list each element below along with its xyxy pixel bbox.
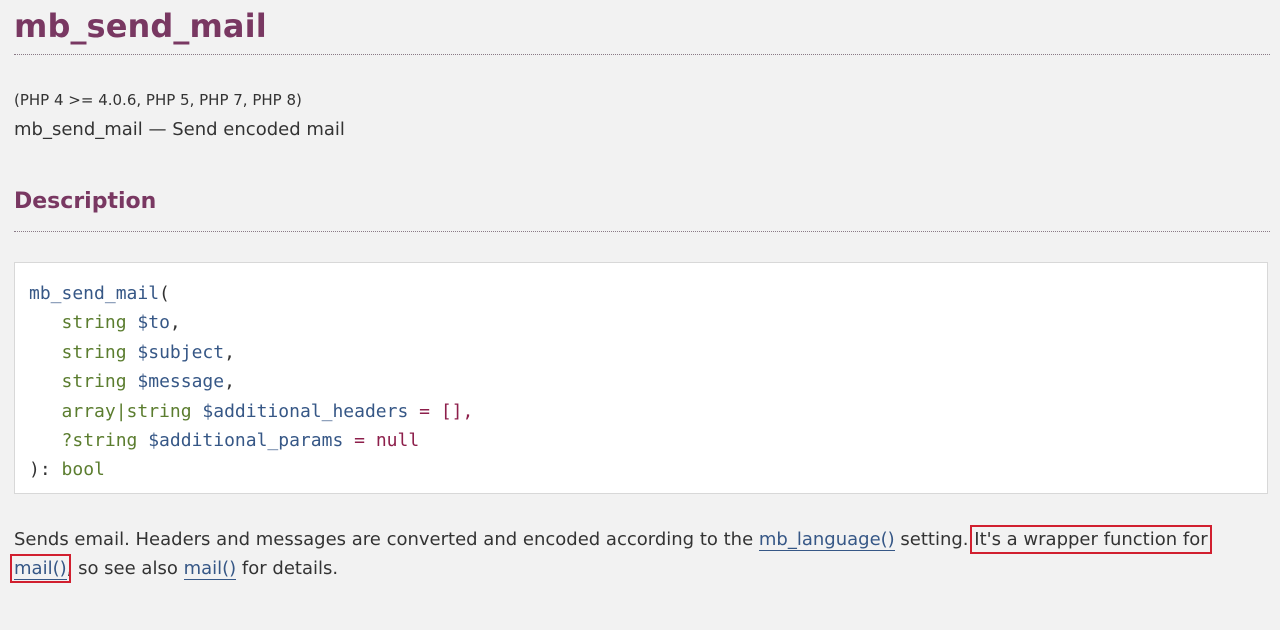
param-default: = null [354, 430, 420, 452]
param-name: $message [137, 371, 225, 393]
param-type: string [61, 341, 127, 363]
param-name: $subject [137, 341, 225, 363]
param-type: ?string [61, 430, 138, 452]
param-name: $additional_params [148, 430, 344, 452]
mb-language-link[interactable]: mb_language() [758, 529, 895, 551]
param-default: = [], [419, 400, 474, 422]
param-suffix: , [224, 371, 235, 393]
param-type: array|string [61, 400, 192, 422]
param-suffix: , [224, 341, 235, 363]
mail-link[interactable]: mail() [14, 558, 67, 580]
description-paragraph: Sends email. Headers and messages are co… [10, 525, 1270, 583]
description-heading: Description [14, 189, 157, 214]
description-text: Sends email. Headers and messages are co… [14, 529, 759, 550]
return-type: bool [61, 459, 105, 481]
function-summary: mb_send_mail — Send encoded mail [14, 119, 345, 140]
description-text: for details. [236, 558, 339, 579]
close-paren: ): [29, 459, 51, 481]
description-divider [14, 231, 1270, 232]
page-title: mb_send_mail [14, 7, 267, 45]
description-text: setting. [894, 529, 975, 550]
param-suffix: , [169, 312, 181, 334]
method-synopsis: mb_send_mail( string $to, string $subjec… [14, 262, 1268, 494]
param-type: string [61, 312, 127, 334]
param-name: $to [137, 312, 170, 334]
description-text: , so see also [66, 558, 184, 579]
open-paren: ( [159, 283, 170, 304]
function-name: mb_send_mail [29, 283, 160, 304]
version-info: (PHP 4 >= 4.0.6, PHP 5, PHP 7, PHP 8) [14, 91, 302, 109]
title-divider [14, 54, 1270, 55]
param-name: $additional_headers [202, 400, 409, 422]
highlighted-text: It's a wrapper function for [974, 529, 1208, 550]
param-type: string [61, 371, 127, 393]
method-signature: mb_send_mail( string $to, string $subjec… [29, 279, 473, 485]
mail-link-secondary[interactable]: mail() [183, 558, 237, 580]
